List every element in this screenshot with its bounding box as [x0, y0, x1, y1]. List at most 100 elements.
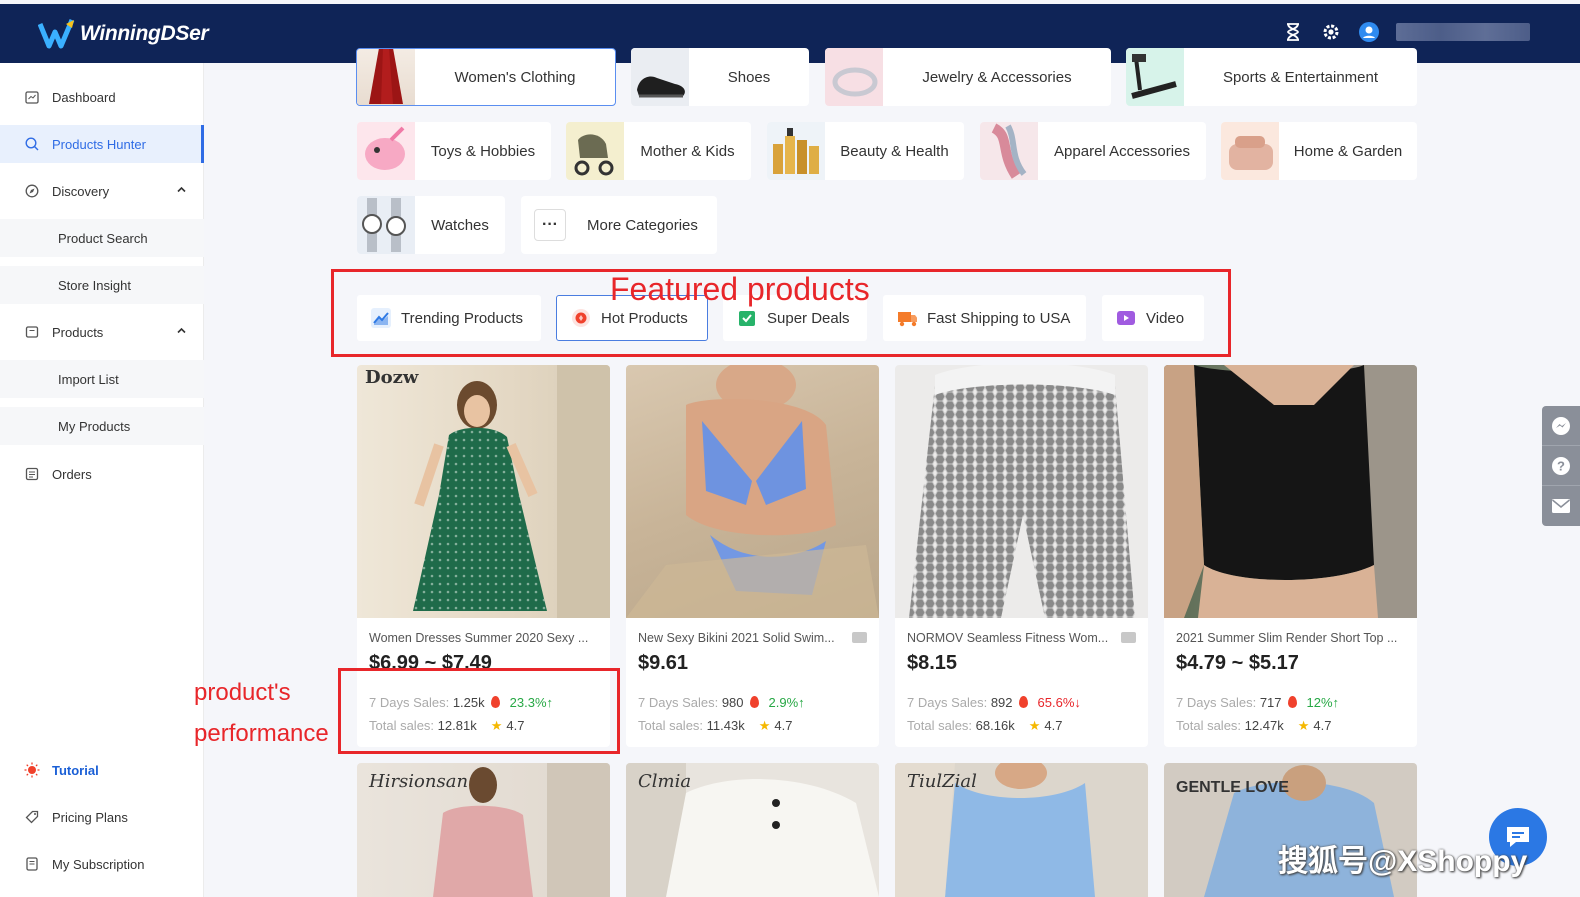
sidebar-item-label: Products	[52, 324, 104, 340]
sidebar-item-label: My Subscription	[52, 856, 145, 872]
product-title[interactable]: New Sexy Bikini 2021 Solid Swim...	[638, 631, 870, 645]
video-available-icon[interactable]	[1121, 632, 1136, 643]
flame-icon	[749, 696, 759, 708]
category-label: Apparel Accessories	[1054, 142, 1190, 160]
annotation-line: performance	[194, 720, 329, 747]
bulb-icon	[24, 762, 40, 778]
floating-toolbar: ?	[1542, 406, 1580, 526]
sidebar-item-product-search[interactable]: Product Search	[0, 219, 204, 257]
video-available-icon[interactable]	[852, 632, 867, 643]
product-card[interactable]: Clmia	[626, 763, 879, 897]
category-label: Watches	[431, 216, 489, 234]
product-card[interactable]: New Sexy Bikini 2021 Solid Swim... $9.61…	[626, 365, 879, 747]
sidebar-item-discovery[interactable]: Discovery	[0, 172, 204, 210]
tag-icon	[24, 809, 40, 825]
logo[interactable]: WinningDSer	[37, 18, 209, 50]
product-card[interactable]: TiulZial	[895, 763, 1148, 897]
sales-change: 2.9%↑	[768, 695, 805, 710]
category-womens-clothing[interactable]: Women's Clothing	[356, 48, 616, 106]
seven-day-sales-label: 7 Days Sales:	[638, 695, 719, 710]
category-beauty-health[interactable]: Beauty & Health	[767, 122, 964, 180]
product-price: $8.15	[907, 652, 958, 674]
category-thumbnail	[1126, 48, 1184, 106]
category-label: Beauty & Health	[840, 142, 949, 160]
category-label: Shoes	[727, 68, 771, 86]
star-icon: ★	[758, 718, 771, 733]
total-sales-label: Total sales:	[907, 718, 973, 733]
category-home-garden[interactable]: Home & Garden	[1221, 122, 1417, 180]
hourglass-icon[interactable]	[1282, 21, 1304, 43]
product-card[interactable]: NORMOV Seamless Fitness Wom... $8.15 7 D…	[895, 365, 1148, 747]
sidebar-item-dashboard[interactable]: Dashboard	[0, 78, 204, 116]
chevron-up-icon[interactable]	[177, 185, 186, 194]
product-price: $4.79 ~ $5.17	[1176, 652, 1299, 674]
category-toys-hobbies[interactable]: Toys & Hobbies	[357, 122, 551, 180]
chevron-up-icon[interactable]	[177, 326, 186, 335]
annotation-featured-label: Featured products	[610, 271, 870, 307]
sidebar-item-my-products[interactable]: My Products	[0, 407, 204, 445]
total-sales: Total sales: 12.47k ★ 4.7	[1176, 718, 1331, 734]
category-thumbnail	[357, 196, 415, 254]
product-card[interactable]: Hirsionsan	[357, 763, 610, 897]
sidebar-item-orders[interactable]: Orders	[0, 455, 204, 493]
sidebar-item-my-subscription[interactable]: My Subscription	[0, 845, 204, 883]
category-apparel-accessories[interactable]: Apparel Accessories	[980, 122, 1206, 180]
category-mother-kids[interactable]: Mother & Kids	[566, 122, 751, 180]
category-more-categories[interactable]: ··· More Categories	[521, 196, 717, 254]
sidebar-item-tutorial[interactable]: Tutorial	[0, 751, 204, 789]
product-title[interactable]: NORMOV Seamless Fitness Wom...	[907, 631, 1139, 645]
product-image	[1164, 365, 1417, 618]
product-image	[895, 365, 1148, 618]
logo-text: WinningDSer	[80, 22, 209, 45]
gear-icon[interactable]	[1320, 21, 1342, 43]
sidebar-item-label: Pricing Plans	[52, 809, 128, 825]
category-shoes[interactable]: Shoes	[631, 48, 809, 106]
seven-day-sales: 7 Days Sales: 717 12%↑	[1176, 695, 1339, 710]
total-sales: Total sales: 68.16k ★ 4.7	[907, 718, 1062, 734]
star-icon: ★	[1028, 718, 1041, 733]
seven-day-sales: 7 Days Sales: 892 65.6%↓	[907, 695, 1081, 710]
seven-day-sales-label: 7 Days Sales:	[907, 695, 988, 710]
category-label: Women's Clothing	[454, 68, 576, 86]
sales-change: 65.6%↓	[1037, 695, 1081, 710]
messenger-icon[interactable]	[1542, 406, 1580, 446]
sidebar-item-products[interactable]: Products	[0, 313, 204, 351]
product-brand: Clmia	[638, 771, 692, 792]
sidebar-item-pricing-plans[interactable]: Pricing Plans	[0, 798, 204, 836]
sidebar-item-products-hunter[interactable]: Products Hunter	[0, 125, 204, 163]
category-thumbnail	[825, 48, 883, 106]
category-label: Jewelry & Accessories	[922, 68, 1072, 86]
rating-value: 4.7	[1044, 718, 1063, 733]
rating-value: 4.7	[1313, 718, 1332, 733]
product-title[interactable]: Women Dresses Summer 2020 Sexy ...	[369, 631, 601, 645]
category-watches[interactable]: Watches	[357, 196, 505, 254]
category-label: Sports & Entertainment	[1222, 68, 1379, 86]
flame-icon	[1018, 696, 1028, 708]
category-jewelry-accessories[interactable]: Jewelry & Accessories	[825, 48, 1111, 106]
category-label: More Categories	[587, 216, 698, 234]
category-thumbnail	[357, 49, 415, 105]
sidebar-item-label: My Products	[58, 418, 131, 434]
account-name-blurred[interactable]	[1396, 23, 1530, 41]
annotation-performance-box	[338, 668, 620, 754]
category-label: Mother & Kids	[640, 142, 735, 160]
category-label: Toys & Hobbies	[430, 142, 536, 160]
user-avatar-icon[interactable]	[1358, 21, 1380, 43]
logo-w-icon	[37, 18, 78, 50]
annotation-line: product's	[194, 679, 291, 706]
mail-icon[interactable]	[1542, 486, 1580, 526]
category-sports-entertainment[interactable]: Sports & Entertainment	[1126, 48, 1417, 106]
dashboard-icon	[24, 89, 40, 105]
sidebar-item-import-list[interactable]: Import List	[0, 360, 204, 398]
product-card[interactable]: 2021 Summer Slim Render Short Top ... $4…	[1164, 365, 1417, 747]
seven-day-sales-label: 7 Days Sales:	[1176, 695, 1257, 710]
box-icon	[24, 324, 40, 340]
product-title[interactable]: 2021 Summer Slim Render Short Top ...	[1176, 631, 1408, 645]
sidebar: Dashboard Products Hunter Discovery Prod…	[0, 63, 204, 897]
sidebar-item-label: Orders	[52, 466, 92, 482]
total-sales-label: Total sales:	[638, 718, 704, 733]
annotation-performance-label: product's performance	[194, 672, 329, 754]
help-icon[interactable]: ?	[1542, 446, 1580, 486]
seven-day-sales-value: 717	[1259, 695, 1282, 710]
sidebar-item-store-insight[interactable]: Store Insight	[0, 266, 204, 304]
